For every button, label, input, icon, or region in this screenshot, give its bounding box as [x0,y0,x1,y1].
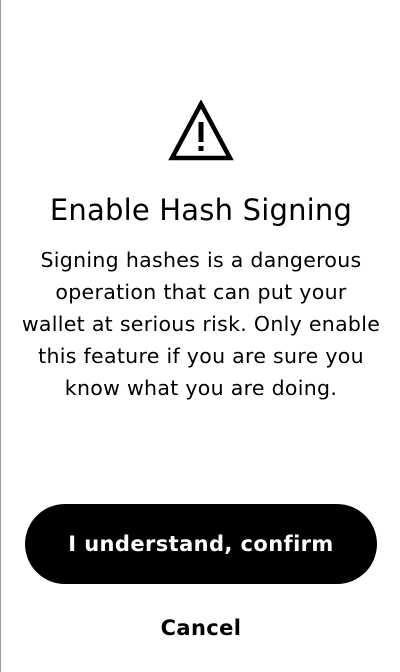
cancel-button[interactable]: Cancel [141,608,261,648]
cancel-button-label: Cancel [160,616,242,640]
hash-signing-warning-screen: Enable Hash Signing Signing hashes is a … [0,0,400,672]
warning-triangle-icon [168,100,234,161]
confirm-button[interactable]: I understand, confirm [25,504,377,584]
dialog-message: Signing hashes is a dangerous operation … [21,248,381,400]
dialog-title: Enable Hash Signing [49,193,353,227]
confirm-button-label: I understand, confirm [68,532,334,556]
